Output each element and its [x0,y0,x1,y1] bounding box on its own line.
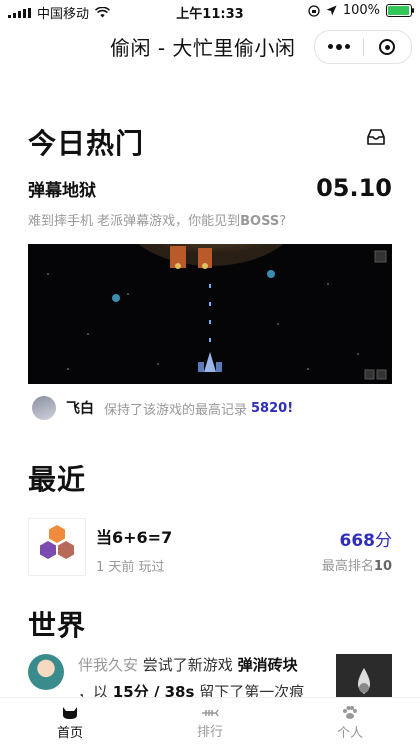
avatar[interactable] [32,396,56,420]
battery-percent: 100% [342,3,380,18]
high-score-record: 飞白 保持了该游戏的最高记录 5820! [32,396,293,420]
inbox-icon[interactable] [366,128,386,146]
record-text: 保持了该游戏的最高记录 [104,402,248,418]
tab-profile[interactable]: 个人 [280,698,420,748]
more-button[interactable] [315,31,363,63]
featured-desc: 难到摔手机 老派弹幕游戏，你能见到BOSS? [28,214,287,229]
more-dots-icon [327,44,350,50]
featured-game-name[interactable]: 弹幕地狱 [28,176,96,201]
mini-program-capsule [314,30,412,64]
game-screenshot [47,244,387,380]
nav-bar: 偷闲 - 大忙里偷小闲 [0,22,420,68]
battery-icon [386,4,414,17]
record-username[interactable]: 飞白 [66,398,94,418]
featured-game-banner[interactable] [28,244,392,384]
cat-icon [63,706,77,719]
avatar[interactable] [28,654,64,690]
player-ship-icon [198,352,222,372]
tab-bar: 首页 排行 个人 [0,697,420,748]
world-heading: 世界 [28,609,87,642]
recent-rank: 最高排名10 [321,559,392,574]
recent-played-time: 1 天前 玩过 [96,560,165,575]
tab-home[interactable]: 首页 [0,698,140,748]
fish-bone-icon [202,709,219,716]
target-icon [379,39,396,55]
feed-game-link[interactable]: 弹消砖块 [238,656,298,674]
page-title: 偷闲 - 大忙里偷小闲 [110,36,296,60]
featured-date: 05.10 [316,174,392,202]
recent-game-icon[interactable] [28,518,86,576]
rotation-lock-icon [308,4,320,17]
tab-ranking[interactable]: 排行 [140,698,280,748]
status-bar: 中国移动 上午11:33 100% [0,0,420,22]
recent-game-title[interactable]: 当6+6=7 [96,524,172,548]
paw-icon [343,705,357,719]
close-button[interactable] [363,31,411,63]
today-heading: 今日热门 [28,127,145,160]
recent-heading: 最近 [28,463,87,496]
feed-username[interactable]: 伴我久安 [78,656,138,674]
record-score: 5820! [251,400,294,416]
location-icon [326,5,337,16]
recent-score: 668分 [339,531,393,551]
